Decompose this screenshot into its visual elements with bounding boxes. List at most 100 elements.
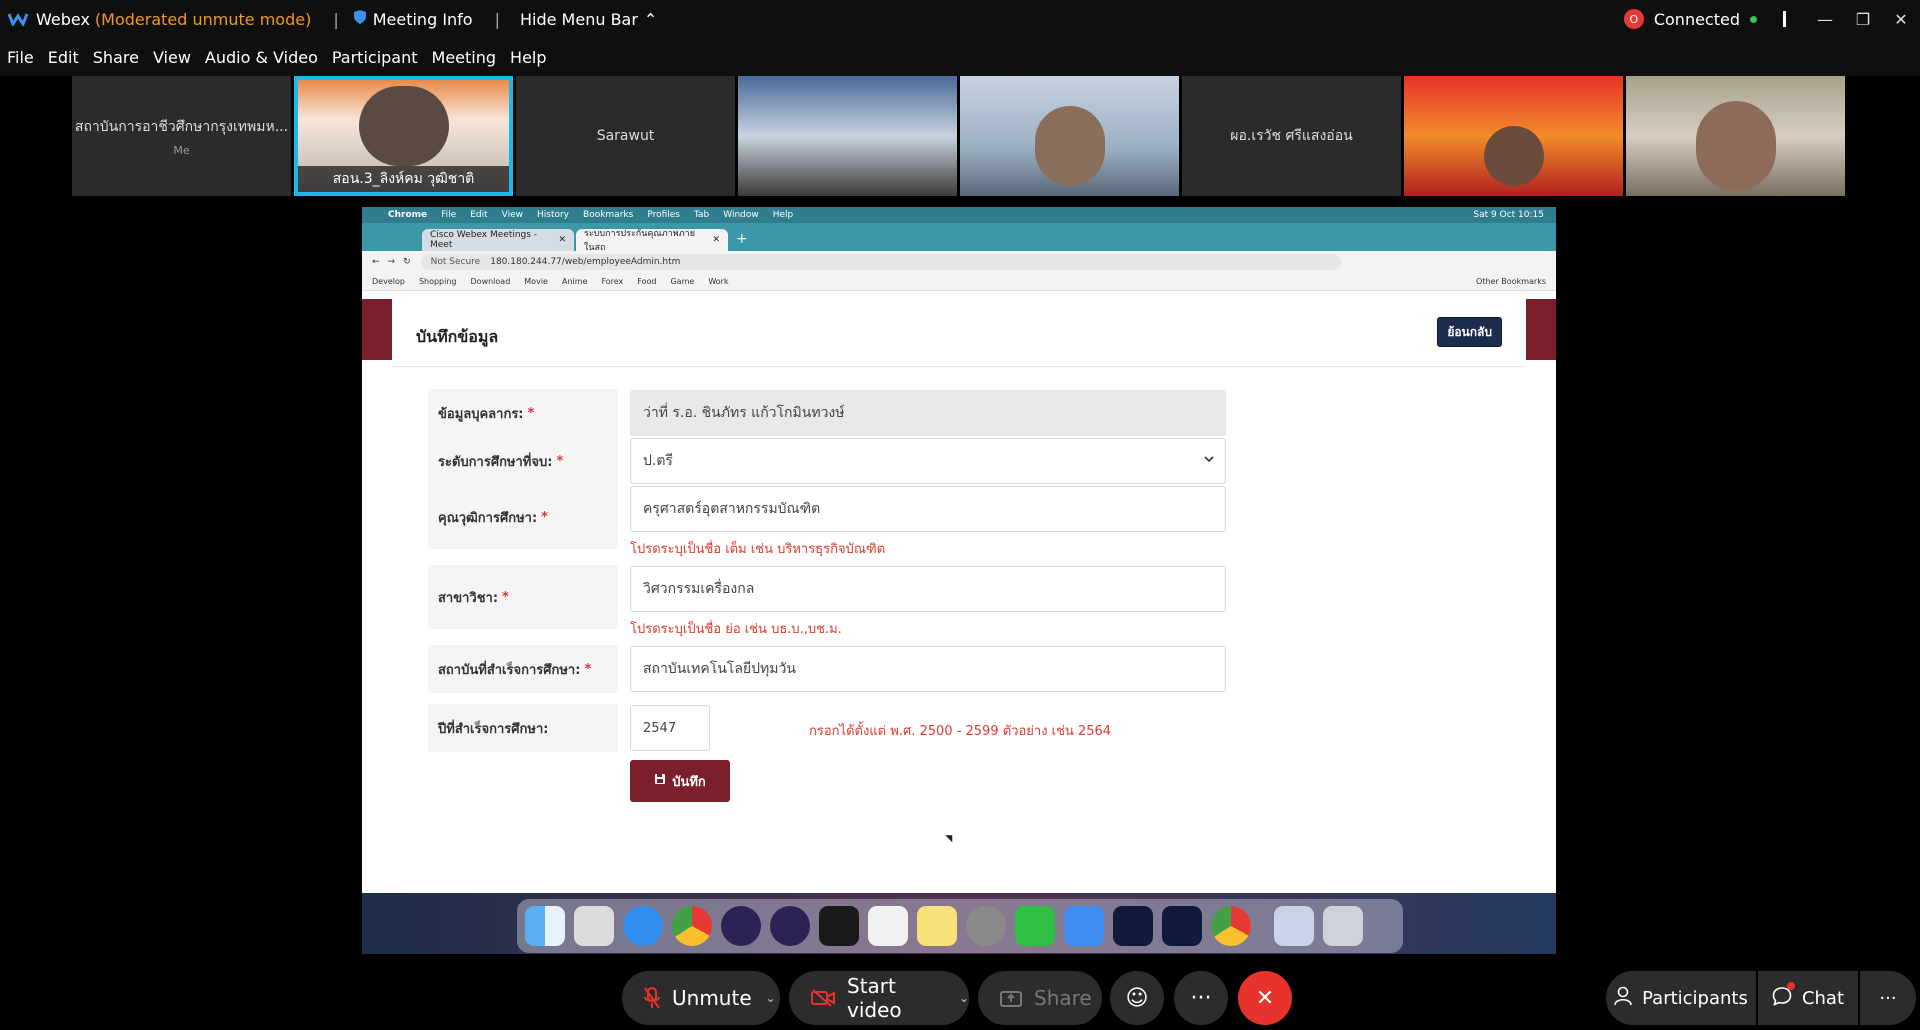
field-label: ข้อมูลบุคลากร: * <box>428 389 618 437</box>
participant-tile-me[interactable]: สถาบันการอาชีวศึกษากรุงเทพมห... Me <box>72 76 291 196</box>
webex-logo-icon <box>8 11 28 27</box>
app-name: Webex <box>36 9 90 29</box>
mac-menu-item: Tab <box>694 210 710 220</box>
required-mark: * <box>541 509 548 525</box>
menu-audio-video[interactable]: Audio & Video <box>205 48 318 67</box>
menu-share[interactable]: Share <box>93 48 139 67</box>
eclipse-icon[interactable] <box>770 906 810 946</box>
keynote-icon[interactable] <box>1064 906 1104 946</box>
restore-icon[interactable]: ❐ <box>1844 0 1882 38</box>
card-header: บันทึกข้อมูล ย้อนกลับ <box>392 299 1526 367</box>
eclipse-icon[interactable] <box>721 906 761 946</box>
webex-icon[interactable] <box>1113 906 1153 946</box>
participants-button[interactable]: Participants <box>1606 971 1756 1025</box>
bookmark-item[interactable]: Forex <box>601 277 623 286</box>
back-button[interactable]: ย้อนกลับ <box>1437 317 1502 347</box>
start-video-button[interactable]: Start video ⌄ <box>789 971 969 1025</box>
meeting-info-button[interactable]: Meeting Info <box>353 9 473 29</box>
bookmark-item[interactable]: Game <box>670 277 694 286</box>
video-off-icon <box>811 989 835 1007</box>
chrome-icon[interactable] <box>1211 906 1251 946</box>
unmute-button[interactable]: Unmute ⌄ <box>622 971 780 1025</box>
video-thumbnail <box>358 86 449 166</box>
chat-button[interactable]: Chat <box>1758 971 1858 1025</box>
terminal-icon[interactable] <box>819 906 859 946</box>
reactions-button[interactable]: ☺ <box>1110 971 1164 1025</box>
bookmark-item[interactable]: Download <box>471 277 511 286</box>
save-button[interactable]: บันทึก <box>630 760 730 802</box>
field-label: สาขาวิชา: * <box>428 565 618 629</box>
back-arrow-icon[interactable]: ← <box>372 257 380 267</box>
bookmark-item[interactable]: Food <box>637 277 656 286</box>
webex-meetings-icon[interactable] <box>1162 906 1202 946</box>
field-label: คุณวุฒิการศึกษา: * <box>428 485 618 549</box>
notes-icon[interactable] <box>917 906 957 946</box>
chat-label: Chat <box>1801 987 1845 1009</box>
address-bar[interactable]: Not Secure 180.180.244.77/web/employeeAd… <box>420 254 1341 270</box>
meeting-info-label: Meeting Info <box>372 9 473 29</box>
major-input[interactable]: วิศวกรรมเครื่องกล <box>630 566 1226 612</box>
chevron-up-icon: ⌃ <box>643 9 658 29</box>
participant-tile-video[interactable] <box>1626 76 1845 196</box>
chevron-down-icon[interactable]: ⌄ <box>959 991 969 1005</box>
chrome-icon[interactable] <box>672 906 712 946</box>
bookmark-item[interactable]: Anime <box>562 277 587 286</box>
bookmark-item[interactable]: Work <box>708 277 728 286</box>
video-thumbnail <box>1483 126 1544 186</box>
textedit-icon[interactable] <box>868 906 908 946</box>
close-icon[interactable]: ✕ <box>1882 0 1920 38</box>
participant-tile-video[interactable] <box>960 76 1179 196</box>
system-preferences-icon[interactable] <box>966 906 1006 946</box>
minimize-icon[interactable]: — <box>1806 0 1844 38</box>
close-tab-icon[interactable]: ✕ <box>712 235 720 245</box>
bookmark-item[interactable]: Develop <box>372 277 405 286</box>
line-icon[interactable] <box>1015 906 1055 946</box>
mac-menu-item: Edit <box>470 210 488 220</box>
leave-meeting-button[interactable]: ✕ <box>1238 971 1292 1025</box>
menu-meeting[interactable]: Meeting <box>432 48 497 67</box>
bookmark-item[interactable]: Shopping <box>419 277 457 286</box>
notification-dot-icon <box>1786 981 1795 990</box>
hide-menu-bar-button[interactable]: Hide Menu Bar ⌃ <box>520 10 657 29</box>
reload-icon[interactable]: ↻ <box>403 257 411 267</box>
mac-menu-item: Help <box>772 210 794 220</box>
browser-tab[interactable]: Cisco Webex Meetings - Meet ✕ <box>422 229 574 251</box>
browser-tab-active[interactable]: ระบบการประกันคุณภาพภายในสถ ✕ <box>576 229 728 253</box>
education-level-select[interactable]: ป.ตรี <box>630 438 1226 484</box>
new-tab-icon[interactable]: + <box>736 231 748 247</box>
close-tab-icon[interactable]: ✕ <box>558 235 566 245</box>
menu-participant[interactable]: Participant <box>332 48 418 67</box>
more-options-button[interactable]: ··· <box>1174 971 1228 1025</box>
participant-tile[interactable]: ผอ.เรวัช ศรีแสงอ่อน <box>1182 76 1401 196</box>
more-panels-button[interactable]: ··· <box>1860 971 1916 1025</box>
emoji-icon: ☺ <box>1125 985 1149 1011</box>
participant-tile-video[interactable] <box>738 76 957 196</box>
trash-icon[interactable] <box>1323 906 1363 946</box>
bookmark-item[interactable]: Movie <box>524 277 548 286</box>
participant-tile-video[interactable] <box>1404 76 1623 196</box>
share-button[interactable]: Share <box>978 971 1102 1025</box>
qualification-input[interactable]: ครุศาสตร์อุตสาหกรรมบัณฑิต <box>630 486 1226 532</box>
chat-icon <box>1772 981 1795 1011</box>
menu-edit[interactable]: Edit <box>48 48 79 67</box>
other-bookmarks[interactable]: Other Bookmarks <box>1476 277 1546 286</box>
tab-title: ระบบการประกันคุณภาพภายในสถ <box>584 229 695 253</box>
participant-tile-active-speaker[interactable]: สอน.3_ลิงห์คม วุฒิชาติ <box>294 76 513 196</box>
personnel-field[interactable]: ว่าที่ ร.อ. ชินภัทร แก้วโกมินทวงษ์ <box>630 390 1226 436</box>
chevron-down-icon[interactable]: ⌄ <box>766 991 776 1005</box>
menu-help[interactable]: Help <box>510 48 546 67</box>
forward-arrow-icon[interactable]: → <box>388 257 396 267</box>
folder-icon[interactable] <box>1274 906 1314 946</box>
mac-menu-item: Profiles <box>647 210 680 220</box>
finder-icon[interactable] <box>525 906 565 946</box>
menu-view[interactable]: View <box>153 48 191 67</box>
not-secure-label: Not Secure <box>430 257 481 267</box>
graduation-year-input[interactable]: 2547 <box>630 705 710 751</box>
connection-icon: O <box>1623 9 1644 29</box>
participant-tile[interactable]: Sarawut <box>516 76 735 196</box>
institution-input[interactable]: สถาบันเทคโนโลยีปทุมวัน <box>630 646 1226 692</box>
menu-file[interactable]: File <box>7 48 34 67</box>
launchpad-icon[interactable] <box>574 906 614 946</box>
safari-icon[interactable] <box>623 906 663 946</box>
save-button-label: บันทึก <box>672 774 706 790</box>
